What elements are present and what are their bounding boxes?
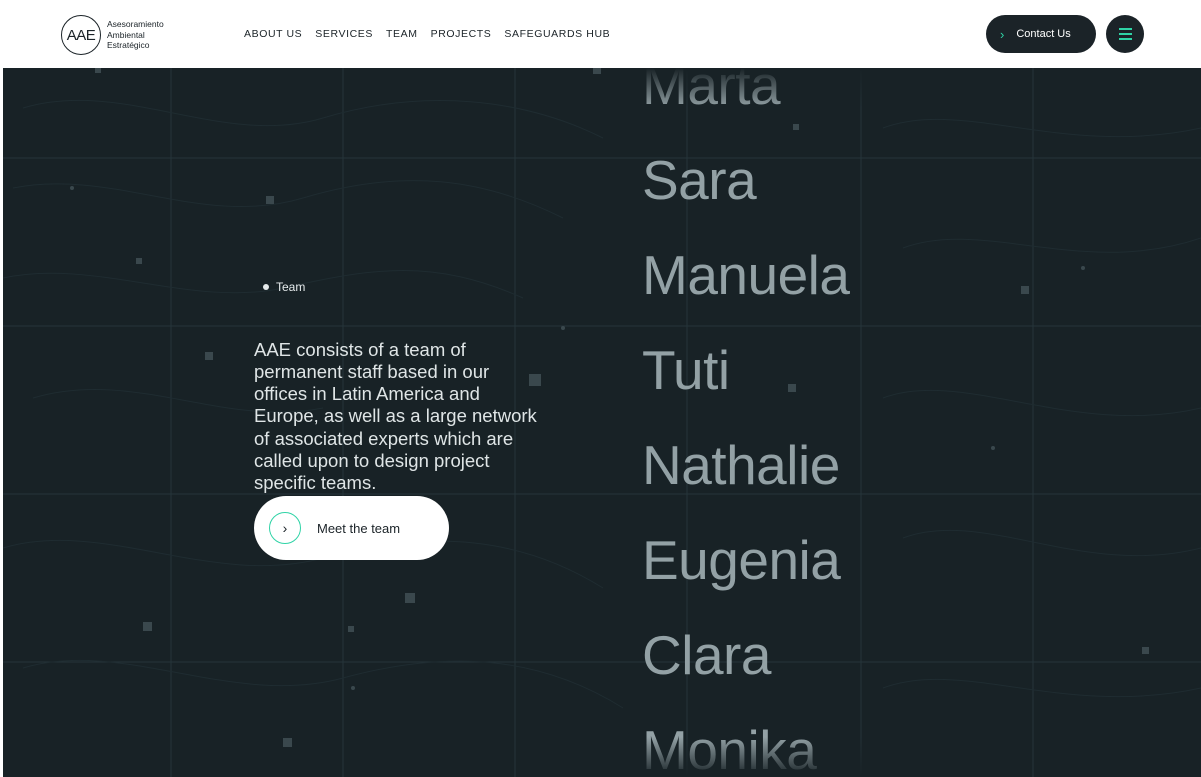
bullet-dot-icon <box>263 284 269 290</box>
team-name[interactable]: Monika <box>642 718 817 777</box>
team-name[interactable]: Sara <box>642 148 757 212</box>
nav-services[interactable]: SERVICES <box>315 27 373 41</box>
nav-about-us[interactable]: ABOUT US <box>244 27 302 41</box>
main-nav: ABOUT US SERVICES TEAM PROJECTS SAFEGUAR… <box>244 27 623 41</box>
logo-text: Asesoramiento Ambiental Estratégico <box>107 19 164 51</box>
team-name[interactable]: Tuti <box>642 338 730 402</box>
team-description: AAE consists of a team of permanent staf… <box>254 338 537 494</box>
logo-line: Ambiental <box>107 29 145 40</box>
team-hero: Team AAE consists of a team of permanent… <box>3 68 1201 777</box>
hamburger-menu-icon <box>1118 28 1132 30</box>
nav-projects[interactable]: PROJECTS <box>431 27 492 41</box>
nav-team[interactable]: TEAM <box>386 27 418 41</box>
eyebrow-label: Team <box>276 280 306 294</box>
logo-mark: AAE <box>61 15 101 55</box>
team-name[interactable]: Clara <box>642 623 771 687</box>
meet-the-team-button[interactable]: › Meet the team <box>254 496 449 560</box>
team-name[interactable]: Eugenia <box>642 528 841 592</box>
logo-line: Estratégico <box>107 40 150 51</box>
nav-safeguards-hub[interactable]: SAFEGUARDS HUB <box>504 27 610 41</box>
chevron-right-icon: › <box>1000 26 1005 42</box>
section-eyebrow: Team <box>263 280 305 294</box>
logo-line: Asesoramiento <box>107 19 164 30</box>
topographic-background <box>3 68 1201 777</box>
menu-button[interactable] <box>1106 15 1144 53</box>
team-name[interactable]: Manuela <box>642 243 850 307</box>
logo[interactable]: AAE Asesoramiento Ambiental Estratégico <box>61 14 164 56</box>
site-header: AAE Asesoramiento Ambiental Estratégico … <box>0 0 1201 68</box>
chevron-right-icon: › <box>269 512 301 544</box>
contact-button[interactable]: › Contact Us <box>986 15 1096 53</box>
meet-the-team-label: Meet the team <box>317 520 401 536</box>
contact-button-label: Contact Us <box>1016 28 1071 40</box>
team-name[interactable]: Marta <box>642 68 781 117</box>
team-name[interactable]: Nathalie <box>642 433 840 497</box>
